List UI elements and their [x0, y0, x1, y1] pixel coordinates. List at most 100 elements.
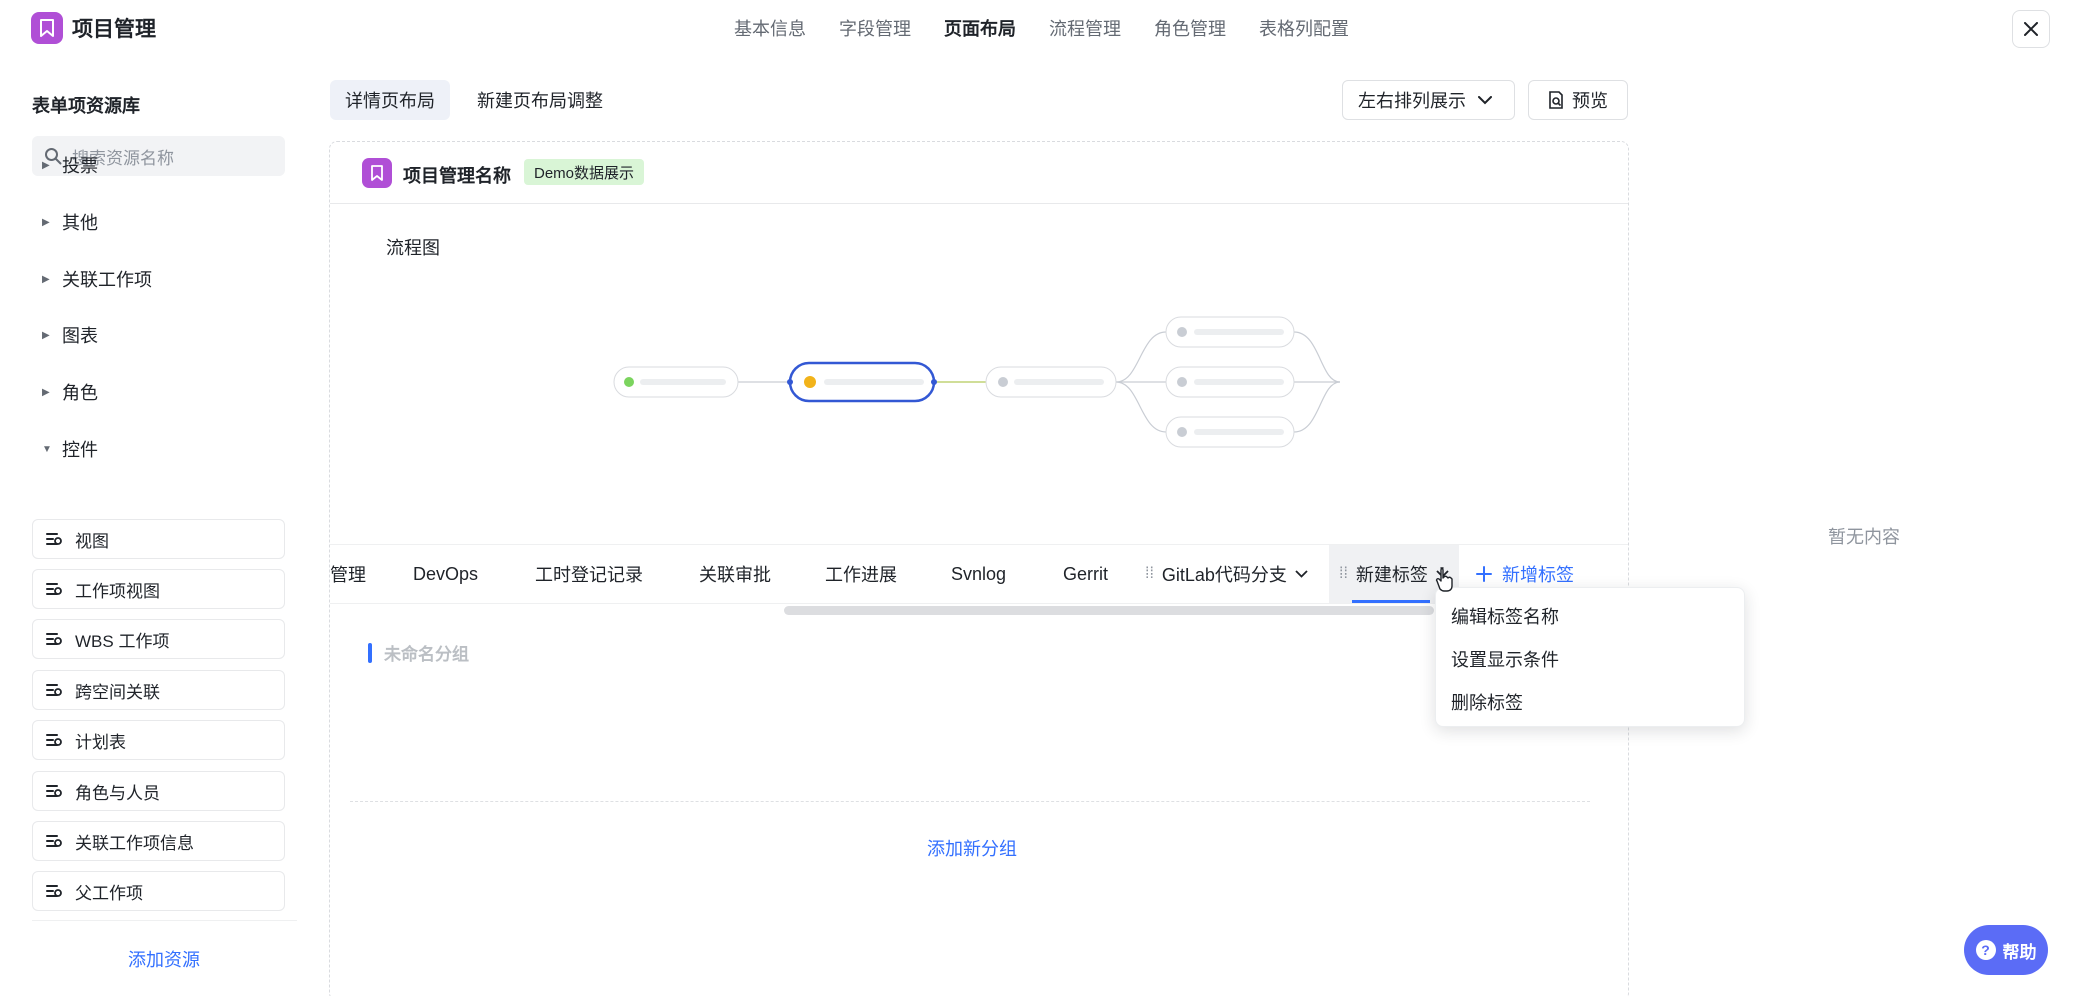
group-accent-bar — [368, 642, 372, 663]
tag-label: GitLab代码分支 — [1161, 565, 1287, 585]
close-icon — [2024, 22, 2038, 36]
menu-item-set-display-condition[interactable]: 设置显示条件 — [1451, 646, 1559, 672]
category-other[interactable]: ▶ 其他 — [42, 209, 98, 235]
control-settings-icon — [46, 835, 62, 847]
tab-field-management[interactable]: 字段管理 — [839, 15, 911, 41]
menu-item-delete-tag[interactable]: 删除标签 — [1451, 689, 1523, 715]
control-item-plan-table[interactable]: 计划表 — [32, 720, 285, 760]
drag-handle-icon[interactable]: ⁞⁞ — [1145, 565, 1154, 583]
group-divider — [350, 801, 1590, 802]
tab-detail-layout[interactable]: 详情页布局 — [330, 80, 450, 120]
caret-right-icon: ▶ — [42, 216, 50, 228]
resource-sidebar: 表单项资源库 搜索资源名称 ▶ 投票 ▶ 其他 ▶ 关联工作项 ▶ 图表 ▶ 角色 ▼ 控件… — [0, 56, 312, 996]
menu-item-edit-tag-name[interactable]: 编辑标签名称 — [1451, 603, 1559, 629]
tag-time-log[interactable]: 工时登记记录 — [535, 545, 643, 603]
layout-canvas: 项目管理名称 Demo数据展示 流程图 管理 DevOps 工时登记记录 关联审… — [329, 141, 1629, 996]
control-settings-icon — [46, 533, 62, 545]
control-settings-icon — [46, 583, 62, 595]
control-item-view[interactable]: 视图 — [32, 519, 285, 559]
arrange-select-value: 左右排列展示 — [1358, 91, 1466, 111]
category-chart[interactable]: ▶ 图表 — [42, 322, 98, 348]
sidebar-divider — [32, 920, 297, 921]
tag-label: 新建标签 — [1355, 565, 1428, 585]
flow-node — [1165, 366, 1295, 398]
tab-role-management[interactable]: 角色管理 — [1154, 15, 1226, 41]
tag-bar: 管理 DevOps 工时登记记录 关联审批 工作进展 Svnlog Gerrit… — [330, 544, 1628, 604]
chevron-down-icon — [1478, 95, 1492, 104]
help-label: 帮助 — [2002, 942, 2037, 962]
group-title-text: 未命名分组 — [384, 645, 469, 664]
flow-node — [1165, 416, 1295, 448]
tag-related-approval[interactable]: 关联审批 — [699, 545, 771, 603]
control-label: 视图 — [75, 531, 109, 551]
add-group-link[interactable]: 添加新分组 — [927, 835, 1017, 861]
active-tag-indicator — [1352, 600, 1430, 603]
caret-right-icon: ▶ — [42, 273, 50, 285]
arrange-select[interactable]: 左右排列展示 — [1342, 80, 1515, 120]
category-label: 角色 — [62, 383, 98, 403]
category-controls[interactable]: ▼ 控件 — [42, 436, 98, 462]
tab-table-column-config[interactable]: 表格列配置 — [1259, 15, 1349, 41]
sidebar-title: 表单项资源库 — [32, 96, 140, 116]
canvas-header: 项目管理名称 Demo数据展示 — [330, 142, 1628, 204]
control-label: WBS 工作项 — [75, 631, 170, 651]
group-title[interactable]: 未命名分组 — [368, 640, 469, 665]
tag-devops[interactable]: DevOps — [413, 545, 478, 603]
tab-page-layout[interactable]: 页面布局 — [944, 15, 1016, 41]
caret-right-icon: ▶ — [42, 329, 50, 341]
hand-cursor-icon — [1435, 567, 1453, 592]
app-title: 项目管理 — [72, 18, 156, 41]
close-button[interactable] — [2012, 10, 2050, 48]
add-tag-label: 新增标签 — [1502, 565, 1574, 585]
flow-diagram — [613, 316, 1341, 448]
tab-create-layout[interactable]: 新建页布局调整 — [462, 80, 618, 120]
flow-chart-title: 流程图 — [386, 238, 440, 258]
control-item-related-work-item-info[interactable]: 关联工作项信息 — [32, 821, 285, 861]
tag-work-progress[interactable]: 工作进展 — [825, 545, 897, 603]
preview-button[interactable]: 预览 — [1528, 80, 1628, 120]
add-resource-link[interactable]: 添加资源 — [128, 946, 200, 972]
category-label: 关联工作项 — [62, 270, 152, 290]
category-vote[interactable]: ▶ 投票 — [42, 152, 98, 178]
empty-state-text: 暂无内容 — [1828, 527, 1900, 547]
control-settings-icon — [46, 785, 62, 797]
category-role[interactable]: ▶ 角色 — [42, 379, 98, 405]
project-logo-icon — [362, 158, 392, 188]
help-button[interactable]: ? 帮助 — [1964, 925, 2048, 975]
demo-badge: Demo数据展示 — [524, 159, 645, 185]
drag-handle-icon[interactable]: ⁞⁞ — [1339, 565, 1348, 583]
control-item-parent-work-item[interactable]: 父工作项 — [32, 871, 285, 911]
tab-basic-info[interactable]: 基本信息 — [734, 15, 806, 41]
tab-flow-management[interactable]: 流程管理 — [1049, 15, 1121, 41]
flow-node — [985, 366, 1117, 398]
horizontal-scrollbar[interactable] — [784, 606, 1434, 615]
top-bar: 项目管理 基本信息 字段管理 页面布局 流程管理 角色管理 表格列配置 — [0, 0, 2082, 56]
category-label: 图表 — [62, 326, 98, 346]
question-icon: ? — [1975, 940, 1996, 960]
tag-management[interactable]: 管理 — [330, 545, 366, 603]
control-item-cross-space-link[interactable]: 跨空间关联 — [32, 670, 285, 710]
plus-icon — [1476, 566, 1492, 582]
control-item-roles-people[interactable]: 角色与人员 — [32, 771, 285, 811]
control-label: 工作项视图 — [75, 581, 160, 601]
category-label: 控件 — [62, 440, 98, 460]
control-item-work-item-view[interactable]: 工作项视图 — [32, 569, 285, 609]
tag-gitlab-branch[interactable]: ⁞⁞ GitLab代码分支 — [1145, 545, 1308, 603]
preview-label: 预览 — [1572, 91, 1608, 111]
caret-down-icon: ▼ — [42, 443, 52, 455]
control-settings-icon — [46, 633, 62, 645]
caret-right-icon: ▶ — [42, 159, 50, 171]
layout-tabs: 详情页布局 新建页布局调整 — [330, 80, 630, 120]
flow-node — [1165, 316, 1295, 348]
app-logo-icon — [31, 12, 63, 44]
top-tabs: 基本信息 字段管理 页面布局 流程管理 角色管理 表格列配置 — [734, 15, 1382, 41]
control-label: 父工作项 — [75, 883, 143, 903]
category-related-work-items[interactable]: ▶ 关联工作项 — [42, 266, 152, 292]
control-item-wbs[interactable]: WBS 工作项 — [32, 619, 285, 659]
control-label: 计划表 — [75, 732, 126, 752]
control-label: 跨空间关联 — [75, 682, 160, 702]
control-settings-icon — [46, 684, 62, 696]
tag-svnlog[interactable]: Svnlog — [951, 545, 1006, 603]
caret-right-icon: ▶ — [42, 386, 50, 398]
tag-gerrit[interactable]: Gerrit — [1063, 545, 1108, 603]
